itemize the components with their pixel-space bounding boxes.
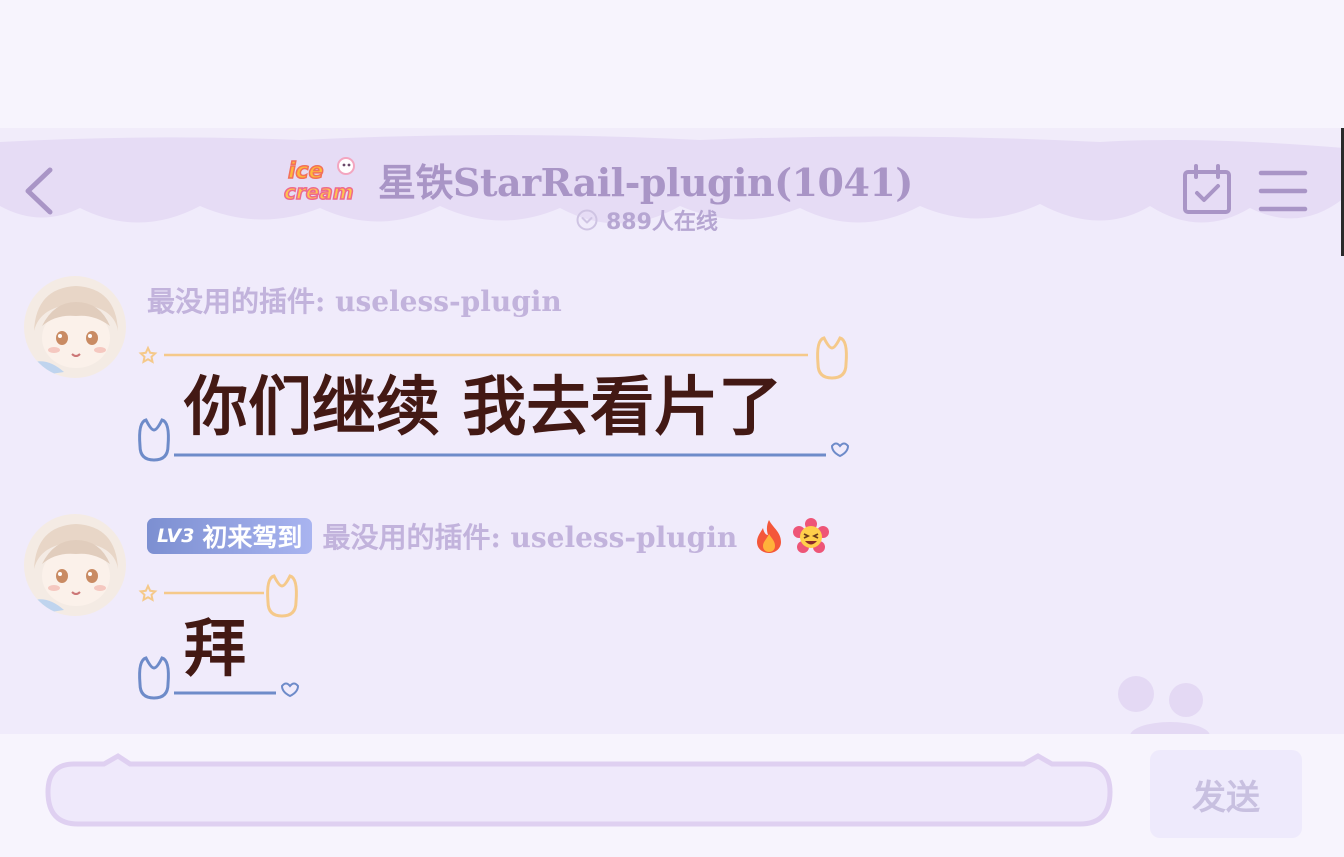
avatar-image: [24, 514, 126, 616]
menu-icon: [1258, 170, 1308, 212]
sender-name: 最没用的插件: useless-plugin: [147, 285, 562, 318]
level-badge: LV3 初来驾到: [147, 518, 313, 554]
online-count[interactable]: 889人在线: [576, 204, 718, 236]
calendar-check-icon: [1183, 164, 1231, 214]
message-text: 拜: [184, 612, 247, 685]
message-bubble: 拜: [136, 574, 306, 706]
paw-decoration-icon: [1118, 676, 1210, 734]
back-button[interactable]: [20, 160, 60, 220]
avatar[interactable]: [24, 276, 126, 378]
message-bubble: 你们继续 我去看片了: [136, 334, 856, 468]
badge-title: 初来驾到: [202, 523, 303, 552]
online-count-text: 889人在线: [606, 210, 718, 235]
sender-line: LV3 初来驾到 最没用的插件: useless-plugin: [147, 516, 830, 556]
message-text: 你们继续 我去看片了: [184, 371, 783, 445]
message-input[interactable]: [44, 750, 1114, 830]
chevron-down-circle-icon: [576, 209, 598, 231]
badge-level: LV3: [157, 525, 195, 547]
sender-line: 最没用的插件: useless-plugin: [147, 280, 562, 320]
top-blank-area: [0, 0, 1344, 135]
avatar[interactable]: [24, 514, 126, 616]
sender-name: 最没用的插件: useless-plugin: [322, 521, 738, 554]
laughing-flower-icon: [793, 518, 830, 553]
group-title: 星铁StarRail-plugin(1041): [378, 159, 913, 205]
calendar-button[interactable]: [1182, 163, 1232, 215]
menu-button[interactable]: [1258, 168, 1308, 214]
logo-text-bottom: cream: [284, 180, 354, 204]
title-row: ice cream 星铁StarRail-plugin(1041): [282, 152, 913, 206]
back-arrow-icon: [25, 167, 53, 215]
fire-icon: [757, 520, 782, 553]
avatar-image: [24, 276, 126, 378]
ice-cream-logo: ice cream: [283, 157, 355, 204]
input-frame-border: [45, 753, 1113, 827]
send-button[interactable]: 发送: [1150, 750, 1302, 838]
